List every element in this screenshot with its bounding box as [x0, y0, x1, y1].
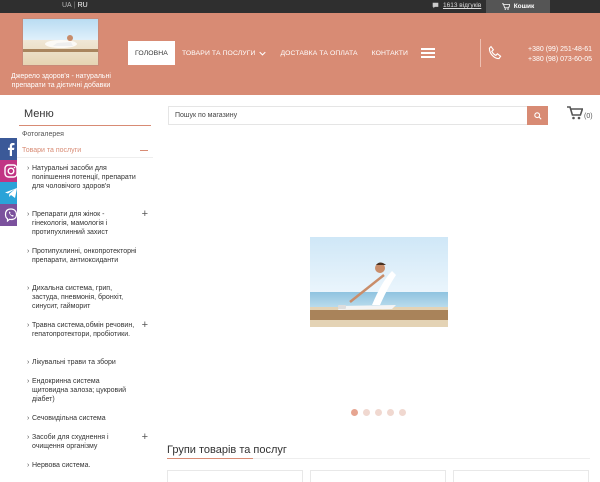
slider-dot[interactable]: [399, 409, 406, 416]
cart-widget[interactable]: (0): [567, 106, 593, 120]
reviews-link[interactable]: 1613 відгуків: [432, 2, 481, 9]
search-button[interactable]: [527, 106, 548, 125]
nav-delivery-label: ДОСТАВКА ТА ОПЛАТА: [280, 49, 358, 57]
sidebar-subitem-label: Дихальна система, грип, застуда, пневмон…: [32, 285, 124, 310]
sidebar-subitem-label: Засоби для схуднення і очищення організм…: [32, 434, 109, 450]
logo-image[interactable]: [22, 18, 99, 66]
search-input[interactable]: Пошук по магазину: [168, 106, 528, 125]
product-group-card[interactable]: [453, 470, 589, 482]
slider-dot[interactable]: [387, 409, 394, 416]
nav-products[interactable]: ТОВАРИ ТА ПОСЛУГИ: [175, 41, 274, 65]
reviews-label: 1613 відгуків: [443, 2, 482, 9]
sidebar-subitem[interactable]: › Нервова система.: [17, 461, 153, 473]
cart-icon: [501, 3, 510, 10]
sidebar-subitem-label: Травна система,обмін речовин, гепатопрот…: [32, 322, 135, 338]
sidebar-subitem-label: Ендокринна система щитовидна залоза; цук…: [32, 378, 127, 403]
sidebar-subitem[interactable]: › Травна система,обмін речовин, гепатопро…: [17, 320, 153, 358]
product-group-card[interactable]: [310, 470, 446, 482]
chevron-right-icon: ›: [27, 285, 30, 292]
expand-icon[interactable]: +: [142, 320, 148, 331]
sidebar-subitem-label: Нервова система.: [32, 462, 91, 469]
sidebar: Меню Фотогалерея Товари та послуги › Нату…: [17, 104, 153, 480]
sidebar-subitem[interactable]: › Дихальна система, грип, застуда, пневмо…: [17, 284, 153, 321]
nav-home[interactable]: ГОЛОВНА: [128, 41, 175, 65]
sidebar-subitem-label: Сечовидільна система: [32, 415, 106, 422]
phone-1[interactable]: +380 (99) 251-48-61: [528, 45, 592, 55]
slider-dots: [351, 409, 406, 416]
main-nav: ГОЛОВНА ТОВАРИ ТА ПОСЛУГИ ДОСТАВКА ТА ОП…: [128, 41, 436, 65]
slider-dot[interactable]: [363, 409, 370, 416]
product-group-card[interactable]: [167, 470, 303, 482]
slider-dot[interactable]: [375, 409, 382, 416]
sidebar-subitem-label: Лікувальні трави та збори: [32, 359, 116, 366]
slider-dot[interactable]: [351, 409, 358, 416]
sidebar-subitem[interactable]: › Лікувальні трави та збори: [17, 358, 153, 377]
cart-icon: [567, 106, 583, 120]
sidebar-item-gallery[interactable]: Фотогалерея: [17, 126, 153, 142]
nav-home-label: ГОЛОВНА: [135, 49, 168, 57]
sidebar-item-products[interactable]: Товари та послуги: [17, 142, 153, 158]
chevron-right-icon: ›: [27, 165, 30, 172]
comment-icon: [432, 2, 439, 9]
groups-title-underline: [167, 458, 253, 459]
slider-image[interactable]: [310, 237, 448, 327]
language-ua[interactable]: UA: [62, 2, 72, 9]
menu-burger-icon[interactable]: [421, 48, 436, 58]
phone-numbers: +380 (99) 251-48-61 +380 (98) 073-60-05: [528, 45, 592, 65]
cart-top-button[interactable]: Кошик: [486, 0, 550, 13]
sidebar-subitem-label: Препарати для жінок - гінекологія, мамол…: [32, 211, 109, 236]
header-divider: [480, 39, 481, 67]
sidebar-subitem[interactable]: › Засоби для схуднення і очищення організ…: [17, 432, 153, 461]
nav-contacts[interactable]: КОНТАКТИ: [365, 41, 415, 65]
groups-title: Групи товарів та послуг: [167, 444, 287, 456]
sidebar-subitem[interactable]: › Сечовидільна система: [17, 414, 153, 433]
header: Джерело здоров'я - натуральні препарати …: [0, 13, 600, 95]
cart-count: (0): [584, 113, 593, 120]
groups-divider: [253, 458, 590, 459]
sidebar-subitem-label: Протипухлинні, онкопротекторні препарати…: [32, 248, 137, 264]
chevron-right-icon: ›: [27, 248, 30, 255]
phone-icon: [488, 45, 502, 60]
sidebar-subitem[interactable]: › Препарати для жінок - гінекологія, мамо…: [17, 209, 153, 247]
nav-products-label: ТОВАРИ ТА ПОСЛУГИ: [181, 49, 256, 57]
logo-text: Джерело здоров'я - натуральні препарати …: [10, 73, 111, 89]
chevron-right-icon: ›: [27, 359, 30, 366]
chevron-right-icon: ›: [27, 415, 30, 422]
chevron-right-icon: ›: [27, 211, 30, 218]
cart-top-label: Кошик: [513, 3, 535, 10]
chevron-right-icon: ›: [27, 434, 30, 441]
expand-icon[interactable]: +: [142, 209, 148, 220]
sidebar-subitem[interactable]: › Ендокринна система щитовидна залоза; цу…: [17, 377, 153, 414]
chevron-right-icon: ›: [27, 378, 30, 385]
sidebar-item-products-label: Товари та послуги: [22, 147, 82, 154]
sidebar-subitem-label: Натуральні засоби для поліпшення потенці…: [32, 165, 136, 190]
phone-2[interactable]: +380 (98) 073-60-05: [528, 55, 592, 65]
sidebar-subitem[interactable]: › Протипухлинні, онкопротекторні препарат…: [17, 247, 153, 284]
collapse-icon[interactable]: [140, 150, 148, 151]
language-switcher: UA | RU: [62, 2, 88, 9]
sidebar-subitem[interactable]: › Натуральні засоби для поліпшення потенц…: [17, 164, 153, 210]
chevron-down-icon: [259, 51, 267, 56]
nav-contacts-label: КОНТАКТИ: [371, 49, 409, 57]
language-ru[interactable]: RU: [78, 2, 88, 9]
chevron-right-icon: ›: [27, 322, 30, 329]
expand-icon[interactable]: +: [142, 432, 148, 443]
top-bar: UA | RU 1613 відгуків Кошик: [0, 0, 600, 13]
nav-delivery[interactable]: ДОСТАВКА ТА ОПЛАТА: [273, 41, 364, 65]
sidebar-title: Меню: [19, 104, 151, 126]
search-icon: [533, 111, 542, 120]
chevron-right-icon: ›: [27, 462, 30, 469]
